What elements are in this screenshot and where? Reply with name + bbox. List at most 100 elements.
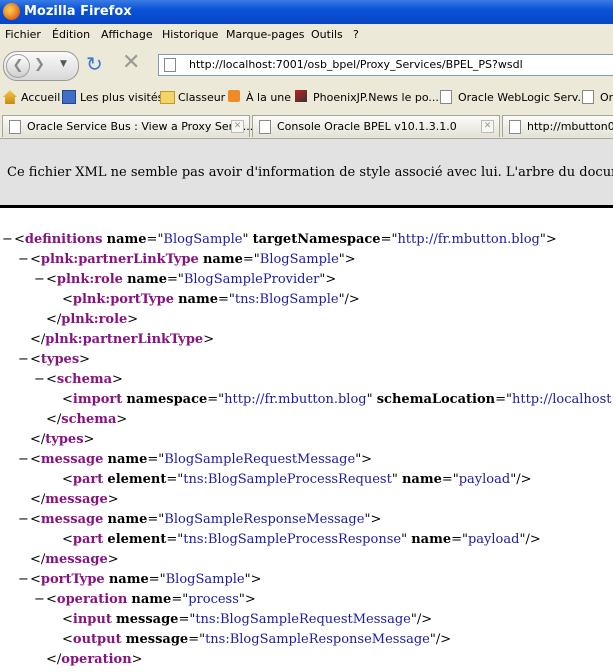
- close-icon[interactable]: ✕: [231, 120, 244, 133]
- menu-bar: Fichier Édition Affichage Historique Mar…: [0, 24, 613, 45]
- reload-icon[interactable]: ↻: [86, 54, 103, 74]
- xml-tag-name: message: [45, 492, 108, 507]
- xml-bracket: </: [30, 552, 46, 567]
- xml-bracket: >: [325, 272, 337, 287]
- xml-bracket: <: [30, 572, 41, 587]
- menu-help[interactable]: ?: [353, 28, 359, 41]
- xml-tag-name: input: [72, 612, 112, 627]
- xml-bracket: </: [46, 312, 62, 327]
- xml-tag-name: types: [45, 432, 84, 447]
- menu-edition[interactable]: Édition: [52, 28, 90, 41]
- xml-tag-name: schema: [61, 412, 117, 427]
- xml-attr-name: namespace: [126, 392, 208, 407]
- xml-bracket: <: [46, 592, 57, 607]
- page-icon: [9, 120, 21, 134]
- xml-tag-name: plnk:role: [56, 272, 123, 287]
- xml-attr-value: tns:BlogSampleRequestMessage: [195, 612, 411, 627]
- xml-tag-name: output: [72, 632, 122, 647]
- xml-line: <message name="BlogSampleResponseMessage…: [30, 510, 381, 530]
- tab-console-bpel[interactable]: Console Oracle BPEL v10.1.3.1.0 ✕: [252, 115, 500, 137]
- url-bar[interactable]: http://localhost:7001/osb_bpel/Proxy_Ser…: [158, 54, 613, 76]
- xml-bracket: >: [545, 232, 557, 247]
- xml-attr-name: name: [107, 512, 148, 527]
- xml-equals: =": [451, 532, 468, 547]
- xml-bracket: </: [30, 492, 46, 507]
- collapse-toggle[interactable]: −: [18, 350, 29, 370]
- xml-tag-name: portType: [40, 572, 105, 587]
- xml-line: <output message="tns:BlogSampleResponseM…: [62, 630, 451, 650]
- xml-line: <schema>: [46, 370, 123, 390]
- xml-tag-name: message: [45, 552, 108, 567]
- stop-icon[interactable]: ✕: [122, 52, 140, 74]
- history-dropdown-icon[interactable]: ▼: [60, 59, 67, 69]
- back-button[interactable]: ❮: [6, 54, 30, 78]
- xml-bracket: >: [370, 512, 382, 527]
- menu-marque-pages[interactable]: Marque-pages: [226, 28, 304, 41]
- xml-attr-name: schemaLocation: [376, 392, 496, 407]
- xml-attr-name: name: [106, 232, 147, 247]
- xml-equals: =": [178, 612, 196, 627]
- xml-bracket: <: [30, 252, 41, 267]
- xml-attr-value: payload: [467, 532, 520, 547]
- xml-line: <portType name="BlogSample">: [30, 570, 262, 590]
- xml-line: <plnk:role name="BlogSampleProvider">: [46, 270, 336, 290]
- xml-bracket: >: [127, 312, 139, 327]
- xml-line: <definitions name="BlogSample" targetNam…: [14, 230, 557, 250]
- menu-outils[interactable]: Outils: [311, 28, 343, 41]
- xml-bracket: </: [46, 652, 62, 667]
- xml-bracket: <: [30, 452, 41, 467]
- xml-info-banner: Ce fichier XML ne semble pas avoir d'inf…: [0, 139, 613, 208]
- menu-affichage[interactable]: Affichage: [101, 28, 153, 41]
- menu-fichier[interactable]: Fichier: [5, 28, 41, 41]
- close-icon[interactable]: ✕: [481, 120, 494, 133]
- collapse-toggle[interactable]: −: [18, 250, 29, 270]
- collapse-toggle[interactable]: −: [34, 590, 45, 610]
- xml-bracket: >: [203, 332, 215, 347]
- xml-bracket: <: [46, 372, 57, 387]
- xml-attr-value: tns:BlogSampleProcessRequest: [183, 472, 392, 487]
- xml-bracket: <: [30, 352, 41, 367]
- xml-bracket: <: [46, 272, 57, 287]
- collapse-toggle[interactable]: −: [18, 570, 29, 590]
- xml-bracket: >: [116, 412, 128, 427]
- xml-equals: =": [242, 252, 260, 267]
- xml-line: </plnk:partnerLinkType>: [30, 330, 214, 350]
- xml-line: <message name="BlogSampleRequestMessage"…: [30, 450, 372, 470]
- xml-equals: =": [166, 272, 184, 287]
- page-icon: [440, 90, 452, 104]
- page-icon: [164, 58, 176, 72]
- xml-attr-value: BlogSampleProvider: [183, 272, 320, 287]
- collapse-toggle[interactable]: −: [18, 510, 29, 530]
- xml-bracket: >: [79, 352, 91, 367]
- xml-attr-name: name: [401, 472, 442, 487]
- window-title: Mozilla Firefox: [24, 4, 132, 19]
- xml-line: </operation>: [46, 650, 143, 670]
- xml-line: <part element="tns:BlogSampleProcessRequ…: [62, 470, 531, 490]
- collapse-toggle[interactable]: −: [18, 450, 29, 470]
- xml-bracket: />: [344, 292, 360, 307]
- xml-line: <plnk:partnerLinkType name="BlogSample">: [30, 250, 356, 270]
- url-text[interactable]: http://localhost:7001/osb_bpel/Proxy_Ser…: [189, 58, 523, 71]
- xml-attr-value: tns:BlogSampleProcessResponse: [183, 532, 402, 547]
- navigation-toolbar: ❮ ❯ ▼ ↻ ✕ http://localhost:7001/osb_bpel…: [0, 45, 613, 85]
- forward-button[interactable]: ❯: [34, 57, 45, 72]
- xml-attr-value: BlogSample: [165, 572, 245, 587]
- xml-equals: =": [380, 232, 398, 247]
- xml-tag-name: operation: [56, 592, 128, 607]
- collapse-toggle[interactable]: −: [2, 230, 13, 250]
- menu-historique[interactable]: Historique: [162, 28, 218, 41]
- xml-bracket: </: [46, 412, 62, 427]
- xml-bracket: >: [107, 552, 119, 567]
- tab-mbutton[interactable]: http://mbutton0: [502, 115, 613, 137]
- xml-bracket: >: [131, 652, 143, 667]
- xml-bracket: <: [62, 392, 73, 407]
- xml-line: </message>: [30, 550, 119, 570]
- xml-bracket: >: [107, 492, 119, 507]
- collapse-toggle[interactable]: −: [34, 270, 45, 290]
- collapse-toggle[interactable]: −: [34, 370, 45, 390]
- xml-attr-value: process: [188, 592, 239, 607]
- xml-bracket: >: [83, 432, 95, 447]
- xml-attr-value: BlogSampleRequestMessage: [164, 452, 356, 467]
- xml-attr-value: BlogSample: [259, 252, 339, 267]
- tab-oracle-service-bus[interactable]: Oracle Service Bus : View a Proxy Servi.…: [2, 115, 253, 137]
